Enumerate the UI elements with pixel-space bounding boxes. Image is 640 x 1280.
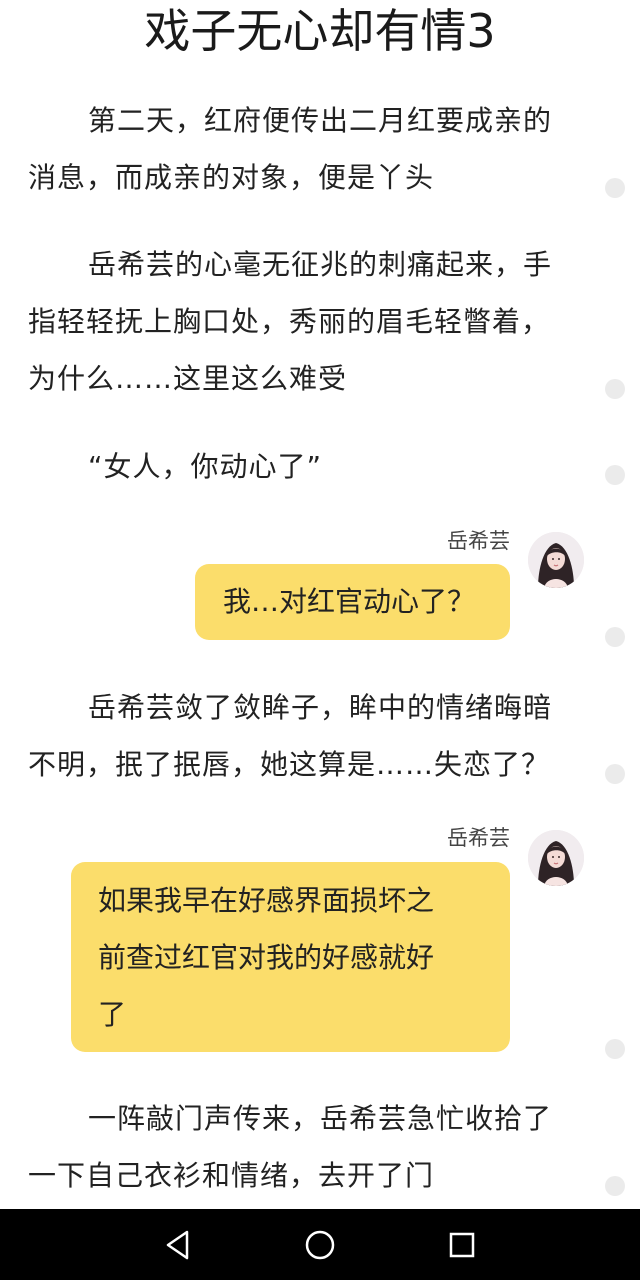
square-recents-icon [449,1232,475,1258]
speaker-name: 岳希芸 [447,826,510,850]
avatar[interactable] [528,830,584,886]
story-paragraph: 一阵敲门声传来，岳希芸急忙收拾了 一下自己衣衫和情绪，去开了门 [28,1090,588,1204]
triangle-back-icon [166,1230,189,1260]
story-paragraph: 第二天，红府便传出二月红要成亲的 消息，而成亲的对象，便是丫头 [28,92,588,206]
comment-dot-icon[interactable] [605,627,625,647]
recents-button[interactable] [444,1227,480,1263]
avatar[interactable] [528,532,584,588]
paragraph-line: 一下自己衣衫和情绪，去开了门 [28,1159,435,1192]
character-avatar-icon [528,532,584,588]
comment-dot-icon[interactable] [605,1176,625,1196]
story-paragraph: 岳希芸敛了敛眸子，眸中的情绪晦暗 不明，抿了抿唇，她这算是……失恋了？ [28,679,588,793]
bubble-line: 前查过红官对我的好感就好 [98,941,435,974]
paragraph-line: 指轻轻抚上胸口处，秀丽的眉毛轻瞥着， [28,305,551,338]
character-avatar-icon [528,830,584,886]
comment-dot-icon[interactable] [605,764,625,784]
comment-dot-icon[interactable] [605,1039,625,1059]
comment-dot-icon[interactable] [605,379,625,399]
chat-bubble: 如果我早在好感界面损坏之 前查过红官对我的好感就好 了 [71,862,510,1052]
paragraph-line: 岳希芸的心毫无征兆的刺痛起来，手 [88,248,553,281]
comment-dot-icon[interactable] [605,178,625,198]
paragraph-line: 消息，而成亲的对象，便是丫头 [28,161,435,194]
circle-home-icon [305,1230,335,1260]
back-button[interactable] [160,1227,196,1263]
paragraph-line: 一阵敲门声传来，岳希芸急忙收拾了 [88,1102,553,1135]
chat-bubble: 我…对红官动心了？ [195,564,510,640]
paragraph-line: 为什么……这里这么难受 [28,362,348,395]
paragraph-line: 不明，抿了抿唇，她这算是……失恋了？ [28,748,551,781]
paragraph-line: “女人，你动心了” [88,450,323,483]
home-button[interactable] [302,1227,338,1263]
bubble-line: 了 [98,998,127,1031]
story-paragraph: “女人，你动心了” [28,438,588,495]
bubble-line: 如果我早在好感界面损坏之 [98,884,435,917]
comment-dot-icon[interactable] [605,465,625,485]
paragraph-line: 岳希芸敛了敛眸子，眸中的情绪晦暗 [88,691,553,724]
navigation-bar [0,1209,640,1280]
paragraph-line: 第二天，红府便传出二月红要成亲的 [88,104,553,137]
page-title: 戏子无心却有情3 [144,4,496,58]
speaker-name: 岳希芸 [447,529,510,553]
story-paragraph: 岳希芸的心毫无征兆的刺痛起来，手 指轻轻抚上胸口处，秀丽的眉毛轻瞥着， 为什么…… [28,236,588,407]
